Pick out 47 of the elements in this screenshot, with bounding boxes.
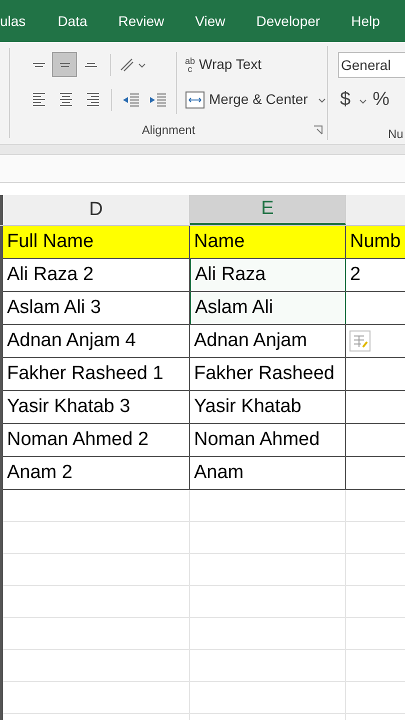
table-cell: Fakher Rasheed 1 (3, 358, 190, 390)
alignment-button[interactable] (52, 52, 77, 78)
quick-analysis-icon[interactable] (349, 330, 371, 352)
align-center-icon (60, 93, 72, 106)
indent-increase-icon (148, 90, 166, 109)
table-cell: Fakher Rasheed (190, 358, 346, 390)
orientation-icon (118, 56, 136, 74)
merge-center-button[interactable]: Merge & Center (185, 89, 326, 110)
percent-button[interactable]: % (372, 86, 390, 115)
table-cell: Adnan Anjam (190, 325, 346, 357)
group-label: Alignment (142, 122, 196, 139)
table-cell: Noman Ahmed (190, 424, 346, 456)
caret-icon (138, 60, 146, 69)
ribbon-tab[interactable]: View (195, 10, 226, 32)
caret-icon (358, 96, 367, 105)
align-left-icon (32, 93, 44, 106)
align-middle-icon (60, 62, 70, 67)
caret-icon (318, 96, 326, 104)
currency-button[interactable]: $ (338, 86, 353, 115)
group-label: Nu (388, 126, 404, 143)
ribbon-tab[interactable]: Data (58, 10, 88, 32)
number-format-field[interactable]: General (338, 52, 405, 78)
column-header[interactable]: E (190, 195, 346, 225)
wrap-text-icon: ab c (185, 56, 196, 73)
ribbon-tab[interactable]: Help (351, 10, 380, 32)
align-bottom-icon (84, 62, 96, 67)
ribbon-tab[interactable]: Developer (256, 10, 320, 32)
table-cell: Adnan Anjam 4 (3, 325, 190, 357)
align-right-icon (86, 93, 98, 106)
ribbon-tab[interactable]: ulas (0, 10, 26, 32)
table-cell: Ali Raza (190, 259, 346, 291)
merge-icon (185, 90, 205, 109)
table-cell-text: Numb (349, 230, 402, 254)
table-cell: Yasir Khatab 3 (3, 391, 190, 423)
table-cell: Full Name (3, 226, 190, 258)
indent-decrease-icon (122, 90, 140, 109)
table-cell: Aslam Ali (190, 292, 346, 324)
align-top-icon (32, 62, 44, 67)
table-cell: Anam 2 (3, 457, 190, 489)
table-cell: Name (190, 226, 346, 258)
dialog-launcher-icon[interactable] (313, 124, 323, 135)
orientation-button[interactable] (118, 56, 146, 74)
ribbon-tab[interactable]: Review (118, 10, 164, 32)
table-cell: Yasir Khatab (190, 391, 346, 423)
table-cell: Anam (190, 457, 346, 489)
table-cell: Noman Ahmed 2 (3, 424, 190, 456)
table-cell-text: 2 (349, 262, 361, 287)
